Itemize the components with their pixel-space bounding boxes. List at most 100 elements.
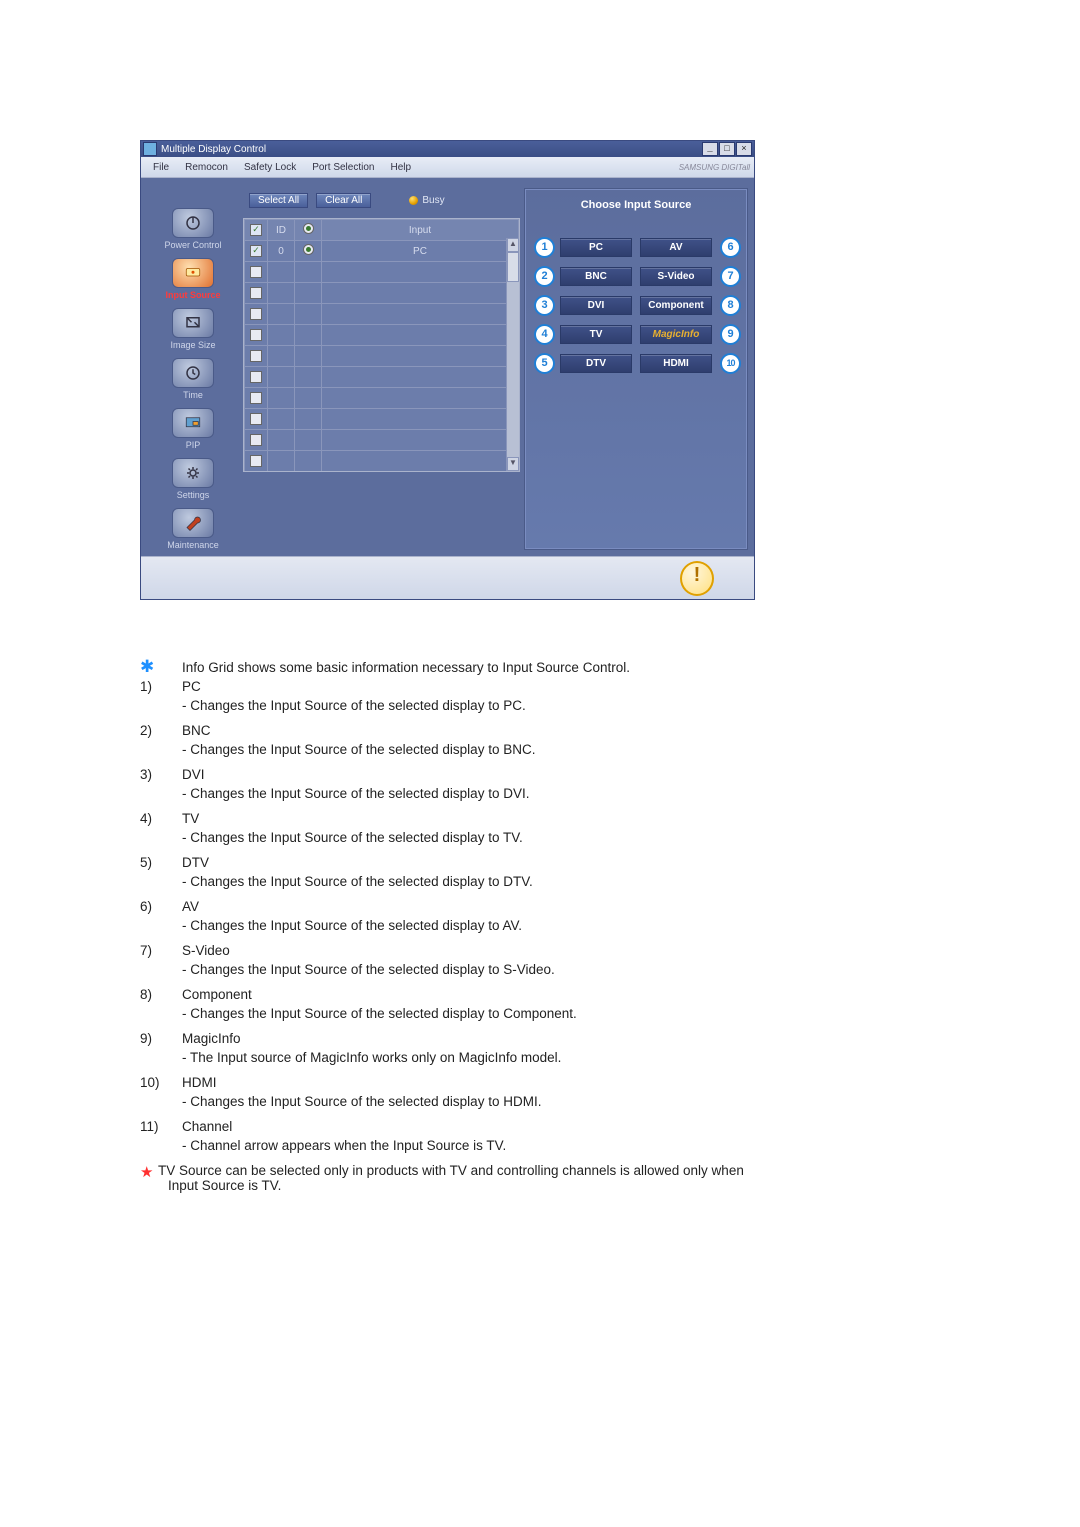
row-checkbox[interactable] [250,392,262,404]
source-dvi-button[interactable]: DVI [560,296,632,315]
table-row [245,304,519,325]
callout-6: 6 [720,237,741,258]
alert-icon: ! [680,561,714,596]
scroll-thumb[interactable] [507,252,519,282]
row-checkbox[interactable] [250,287,262,299]
table-row [245,262,519,283]
explanation-block: ✱ Info Grid shows some basic information… [140,660,980,1193]
source-dtv-button[interactable]: DTV [560,354,632,373]
menu-file[interactable]: File [145,162,177,173]
select-all-button[interactable]: Select All [249,193,308,208]
item-number: 11) [140,1119,182,1134]
busy-icon [409,196,418,205]
source-av-button[interactable]: AV [640,238,712,257]
row-checkbox[interactable] [250,434,262,446]
row-checkbox[interactable] [250,266,262,278]
callout-1: 1 [534,237,555,258]
item-desc: - Changes the Input Source of the select… [182,874,980,889]
item-number: 6) [140,899,182,914]
row-checkbox[interactable] [250,245,262,257]
menu-remocon[interactable]: Remocon [177,162,236,173]
panel-title: Choose Input Source [533,199,739,211]
header-checkbox[interactable] [250,224,262,236]
minimize-button[interactable]: _ [702,142,718,156]
item-desc: - Channel arrow appears when the Input S… [182,1138,980,1153]
callout-8: 8 [720,295,741,316]
explain-item: 7)S-Video- Changes the Input Source of t… [140,943,980,977]
item-number: 5) [140,855,182,870]
source-svideo-button[interactable]: S-Video [640,267,712,286]
menu-safety-lock[interactable]: Safety Lock [236,162,304,173]
callout-2: 2 [534,266,555,287]
table-row [245,409,519,430]
explain-item: 4)TV- Changes the Input Source of the se… [140,811,980,845]
row-checkbox[interactable] [250,413,262,425]
titlebar: Multiple Display Control _ □ × [141,141,754,157]
table-row [245,346,519,367]
grid-scrollbar[interactable]: ▲ ▼ [506,238,519,471]
item-desc: - Changes the Input Source of the select… [182,918,980,933]
center-panel: Select All Clear All Busy ID Input [243,188,520,550]
maximize-button[interactable]: □ [719,142,735,156]
col-id: ID [268,220,295,241]
item-desc: - Changes the Input Source of the select… [182,1094,980,1109]
sidebar-item-maintenance[interactable]: Maintenance [151,508,235,550]
explain-item: 11)Channel- Channel arrow appears when t… [140,1119,980,1153]
row-checkbox[interactable] [250,371,262,383]
menu-port-selection[interactable]: Port Selection [304,162,382,173]
row-checkbox[interactable] [250,455,262,467]
maintenance-icon [172,508,214,538]
explain-item: 5)DTV - Changes the Input Source of the s… [140,855,980,889]
item-title: S-Video [182,943,980,958]
item-title: Component [182,987,980,1002]
item-title: DTV [182,855,980,870]
table-row [245,388,519,409]
app-window: Multiple Display Control _ □ × File Remo… [140,140,755,600]
table-row [245,472,519,473]
busy-legend: Busy [409,195,444,206]
item-number: 7) [140,943,182,958]
item-number: 2) [140,723,182,738]
source-hdmi-button[interactable]: HDMI [640,354,712,373]
close-button[interactable]: × [736,142,752,156]
source-pc-button[interactable]: PC [560,238,632,257]
scroll-down-icon[interactable]: ▼ [507,457,519,471]
item-desc: - Changes the Input Source of the select… [182,786,980,801]
sidebar-item-time[interactable]: Time [151,358,235,400]
sidebar-item-pip[interactable]: PIP [151,408,235,450]
sidebar-item-image-size[interactable]: Image Size [151,308,235,350]
row-input: PC [322,241,519,262]
sidebar-item-power-control[interactable]: Power Control [151,208,235,250]
clear-all-button[interactable]: Clear All [316,193,371,208]
item-desc: - Changes the Input Source of the select… [182,1006,980,1021]
row-checkbox[interactable] [250,350,262,362]
footnote-line2: Input Source is TV. [158,1178,980,1193]
scroll-up-icon[interactable]: ▲ [507,238,519,252]
sidebar: Power Control Input Source Image Size [147,188,239,550]
sidebar-item-settings[interactable]: Settings [151,458,235,500]
footnote-line1: TV Source can be selected only in produc… [158,1163,744,1178]
callout-5: 5 [534,353,555,374]
brand-label: SAMSUNG DIGITall [679,163,750,172]
source-bnc-button[interactable]: BNC [560,267,632,286]
intro-text: Info Grid shows some basic information n… [182,660,980,675]
table-row [245,430,519,451]
col-check [245,220,268,241]
item-number: 1) [140,679,182,694]
sidebar-item-input-source[interactable]: Input Source [151,258,235,300]
item-number: 10) [140,1075,182,1090]
item-number: 9) [140,1031,182,1046]
source-magicinfo-button[interactable]: MagicInfo [640,325,712,344]
item-title: BNC [182,723,980,738]
item-title: PC [182,679,980,694]
menu-help[interactable]: Help [382,162,419,173]
source-tv-button[interactable]: TV [560,325,632,344]
pip-icon [172,408,214,438]
busy-label: Busy [422,195,444,206]
table-row[interactable]: 0 PC [245,241,519,262]
source-component-button[interactable]: Component [640,296,712,315]
item-desc: - Changes the Input Source of the select… [182,742,980,757]
row-checkbox[interactable] [250,329,262,341]
row-checkbox[interactable] [250,308,262,320]
input-source-panel: Choose Input Source 1 PC AV 6 2 BNC S-Vi… [524,188,748,550]
